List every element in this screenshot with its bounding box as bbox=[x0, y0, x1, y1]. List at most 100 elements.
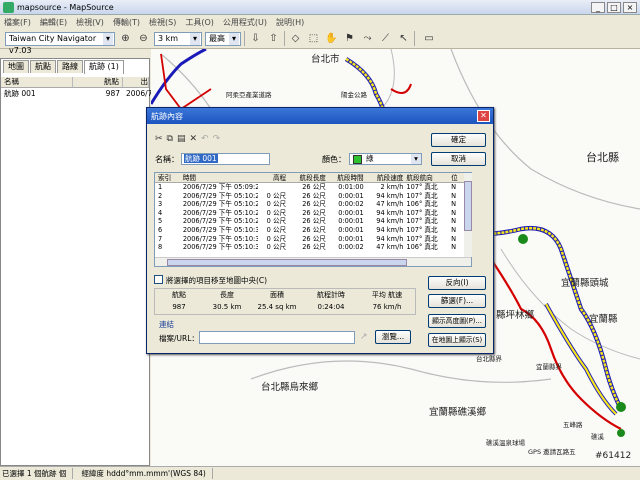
green-map-point bbox=[617, 429, 625, 437]
menu-help[interactable]: 說明(H) bbox=[276, 17, 304, 28]
pointer-tool-icon[interactable]: ↖ bbox=[396, 31, 411, 46]
zoom-scale-select[interactable]: 3 km bbox=[154, 31, 202, 46]
map-layer-icon[interactable]: ▭ bbox=[418, 31, 440, 46]
select-tool-icon[interactable]: ⬚ bbox=[306, 31, 321, 46]
zoom-out-icon[interactable]: ⊖ bbox=[136, 31, 151, 46]
show-profile-button[interactable]: 顯示高度圖(P)... bbox=[428, 314, 486, 328]
table-row[interactable]: 7 2006/7/29 下午 05:10:31 0 公尺 26 公尺 0:00:01 94… bbox=[155, 235, 471, 244]
table-row[interactable]: 4 2006/7/29 下午 05:10:28 0 公尺 26 公尺 0:00:01 94… bbox=[155, 209, 471, 218]
tab-tracks[interactable]: 航跡 (1) bbox=[84, 60, 124, 74]
menu-view[interactable]: 檢視(V) bbox=[76, 17, 104, 28]
ok-button[interactable]: 確定 bbox=[431, 133, 486, 147]
track-stats: 航點 長度 面積 航程計時 平均 航速 987 30.5 km 25.4 sq … bbox=[154, 288, 416, 315]
window-title: mapsource - MapSource bbox=[17, 2, 114, 12]
color-select[interactable]: 綠 ▾ bbox=[349, 153, 422, 165]
table-row[interactable]: 8 2006/7/29 下午 05:10:32 0 公尺 26 公尺 0:00:02 47… bbox=[155, 243, 471, 252]
color-swatch bbox=[353, 155, 362, 164]
cut-icon[interactable]: ✂ bbox=[155, 134, 163, 144]
col-altitude[interactable]: 高程 bbox=[258, 173, 289, 182]
delete-icon[interactable]: ✕ bbox=[190, 134, 198, 144]
table-row[interactable]: 1 2006/7/29 下午 05:09:25 26 公尺 0:01:00 2 km/h… bbox=[155, 183, 471, 192]
table-row[interactable]: 5 2006/7/29 下午 05:10:29 0 公尺 26 公尺 0:00:01 94… bbox=[155, 217, 471, 226]
browse-button[interactable]: 瀏覽... bbox=[375, 330, 411, 344]
table-vertical-scrollbar[interactable] bbox=[464, 173, 472, 257]
cell: 94 km/h bbox=[376, 217, 404, 226]
app-icon bbox=[3, 1, 14, 13]
menu-transfer[interactable]: 傳輸(T) bbox=[113, 17, 140, 28]
scroll-thumb[interactable] bbox=[464, 181, 472, 231]
map-road bbox=[380, 49, 395, 110]
reverse-button[interactable]: 反向(I) bbox=[428, 276, 486, 290]
track-list-row[interactable]: 航跡 001 987 2006/7/ bbox=[1, 89, 155, 99]
undo-icon[interactable]: ↶ bbox=[201, 134, 209, 144]
waypoint-tool-icon[interactable]: ⚑ bbox=[342, 31, 357, 46]
column-name[interactable]: 名稱 bbox=[1, 77, 73, 87]
col-leg-length[interactable]: 航段長度 bbox=[289, 173, 329, 182]
redo-icon[interactable]: ↷ bbox=[213, 134, 221, 144]
filter-button[interactable]: 篩選(F)... bbox=[428, 294, 486, 308]
cell: 0:00:02 bbox=[338, 200, 364, 209]
file-url-field[interactable] bbox=[199, 331, 355, 344]
col-leg-speed[interactable]: 航段速度 bbox=[367, 173, 407, 182]
menu-view2[interactable]: 檢視(S) bbox=[149, 17, 176, 28]
col-index[interactable]: 索引 bbox=[155, 173, 183, 182]
tab-maps[interactable]: 地圖 bbox=[3, 60, 29, 73]
map-product-select[interactable]: Taiwan City Navigator v7.03 bbox=[5, 31, 115, 55]
cell: 2006/7/29 下午 05:10:30 bbox=[182, 225, 259, 234]
menu-utilities[interactable]: 公用程式(U) bbox=[223, 17, 267, 28]
zoom-in-icon[interactable]: ⊕ bbox=[118, 31, 133, 46]
distance-tool-icon[interactable]: ⟋ bbox=[378, 31, 393, 46]
green-map-point bbox=[518, 234, 528, 244]
menu-tools[interactable]: 工具(O) bbox=[185, 17, 214, 28]
hand-tool-icon[interactable]: ✋ bbox=[324, 31, 339, 46]
col-time[interactable]: 時間 bbox=[183, 173, 259, 182]
cancel-button[interactable]: 取消 bbox=[431, 152, 486, 166]
selection-status: 已選擇 1 個航跡 個 bbox=[2, 468, 74, 479]
show-on-map-button[interactable]: 在地圖上顯示(S) bbox=[428, 333, 486, 347]
detail-select[interactable]: 最高 bbox=[205, 31, 241, 46]
map-label: 宜蘭縣頭城 bbox=[561, 278, 609, 289]
menu-file[interactable]: 檔案(F) bbox=[4, 17, 31, 28]
table-header: 索引 時間 高程 航段長度 航段時間 航段速度 航段航向 位 bbox=[155, 173, 471, 183]
column-date[interactable]: 出 bbox=[123, 77, 149, 87]
copy-icon[interactable]: ⧉ bbox=[167, 134, 173, 144]
toolbar: Taiwan City Navigator v7.03 ⊕ ⊖ 3 km 最高 … bbox=[0, 29, 640, 55]
route-tool-icon[interactable]: ⤳ bbox=[360, 31, 375, 46]
cell: 106° 真北 bbox=[406, 200, 438, 209]
zoom-tool-icon[interactable]: ◇ bbox=[288, 31, 303, 46]
cell: 107° 真北 bbox=[406, 234, 438, 243]
cell: 0:00:01 bbox=[338, 208, 364, 217]
cell: 26 公尺 bbox=[302, 183, 326, 191]
col-leg-course[interactable]: 航段航向 bbox=[406, 173, 451, 182]
open-link-icon[interactable]: ↗ bbox=[360, 332, 368, 342]
maximize-button[interactable]: □ bbox=[607, 1, 621, 13]
table-horizontal-scrollbar[interactable] bbox=[155, 257, 471, 266]
cell: 1 bbox=[158, 183, 163, 191]
color-value: 綠 bbox=[366, 154, 374, 163]
cell: 107° 真北 bbox=[406, 208, 438, 217]
dialog-close-icon[interactable]: ✕ bbox=[477, 110, 490, 122]
menu-edit[interactable]: 編輯(E) bbox=[40, 17, 67, 28]
cell: 0 公尺 bbox=[266, 234, 287, 243]
status-bar: 已選擇 1 個航跡 個 經緯度 hddd°mm.mmm'(WGS 84) bbox=[0, 466, 640, 480]
tab-routes[interactable]: 路線 bbox=[57, 60, 83, 73]
tab-waypoints[interactable]: 航點 bbox=[30, 60, 56, 73]
cell: 47 km/h bbox=[376, 243, 404, 252]
paste-icon[interactable]: ▤ bbox=[177, 134, 186, 144]
col-leg-time[interactable]: 航段時間 bbox=[329, 173, 367, 182]
stat-label: 航點 bbox=[172, 291, 186, 299]
center-on-map-checkbox[interactable] bbox=[154, 275, 163, 284]
left-panel-tabs: 地圖 航點 路線 航跡 (1) bbox=[0, 60, 124, 74]
scroll-thumb[interactable] bbox=[167, 259, 407, 266]
receive-from-device-icon[interactable]: ⇩ bbox=[248, 31, 263, 46]
name-field[interactable]: 航跡 001 bbox=[181, 153, 270, 165]
table-row[interactable]: 3 2006/7/29 下午 05:10:26 0 公尺 26 公尺 0:00:02 47… bbox=[155, 200, 471, 209]
column-points[interactable]: 航點 bbox=[73, 77, 123, 87]
map-label: 宜蘭縣 bbox=[589, 314, 618, 325]
send-to-device-icon[interactable]: ⇧ bbox=[266, 31, 281, 46]
minimize-button[interactable]: _ bbox=[591, 1, 605, 13]
table-row[interactable]: 2 2006/7/29 下午 05:10:25 0 公尺 26 公尺 0:00:01 94… bbox=[155, 192, 471, 201]
table-row[interactable]: 6 2006/7/29 下午 05:10:30 0 公尺 26 公尺 0:00:01 94… bbox=[155, 226, 471, 235]
close-button[interactable]: × bbox=[623, 1, 637, 13]
map-label: 礁溪溫泉球場 bbox=[486, 439, 525, 447]
